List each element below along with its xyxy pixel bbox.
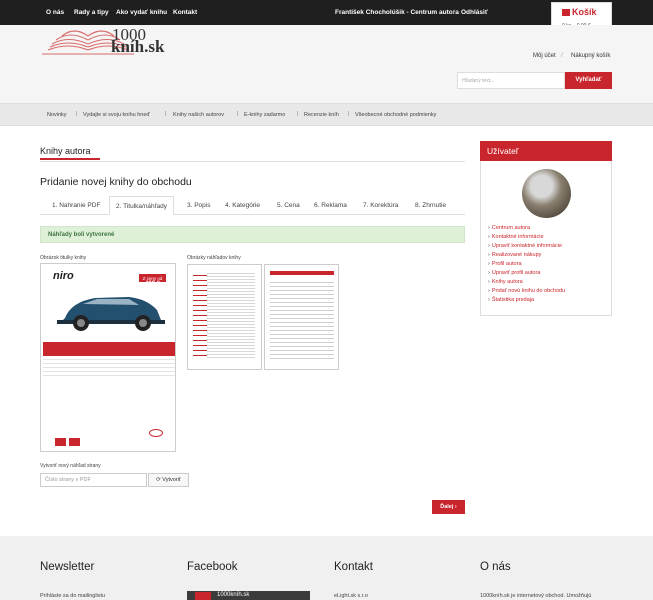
sample-thumbnail-2[interactable] — [264, 264, 339, 370]
site-footer — [0, 536, 653, 600]
nav-authors-books[interactable]: Knihy našich autorov — [173, 112, 224, 118]
nav-separator: | — [76, 111, 78, 117]
cart-icon — [562, 9, 570, 16]
tab-advertising[interactable]: 6. Reklama — [308, 196, 353, 215]
cart-title: Košík — [562, 7, 597, 17]
tab-cover-previews[interactable]: 2. Titulka/náhľady — [109, 196, 175, 215]
header-separator: / — [561, 53, 563, 59]
nav-publish[interactable]: Vydajte si svoju knihu hneď — [83, 112, 150, 118]
user-menu-item[interactable]: › Knihy autora — [488, 279, 523, 285]
nav-separator: | — [348, 111, 350, 117]
next-button-label: Ďalej — [440, 504, 454, 510]
user-menu-item[interactable]: › Upraviť profil autora — [488, 270, 540, 276]
nav-separator: | — [297, 111, 299, 117]
facebook-page-name: 1000kníh.sk — [217, 592, 250, 598]
chevron-right-icon: › — [488, 225, 490, 231]
top-link-about[interactable]: O nás — [46, 9, 64, 16]
user-menu-item[interactable]: › Štatistika predaja — [488, 297, 534, 303]
footer-newsletter-text: Prihláste sa do mailinglistu — [40, 593, 106, 599]
nav-terms[interactable]: Všeobecné obchodné podmienky — [355, 112, 436, 118]
top-separator: / — [453, 9, 455, 16]
user-panel-title: Užívateľ — [480, 141, 612, 161]
section-title: Knihy autora — [40, 146, 91, 156]
chevron-right-icon: › — [488, 270, 490, 276]
avatar — [522, 169, 571, 218]
section-divider — [40, 161, 465, 162]
facebook-widget[interactable]: 1000kníh.sk — [187, 591, 310, 600]
sample-thumbnail-1[interactable] — [187, 264, 262, 370]
cover-badge-icon — [69, 438, 80, 446]
nav-separator: | — [237, 111, 239, 117]
chevron-right-icon: › — [488, 297, 490, 303]
footer-contact-text: eLight.sk s.r.o — [334, 593, 368, 599]
tab-proofreading[interactable]: 7. Korektúra — [357, 196, 404, 215]
tab-upload-pdf[interactable]: 1. Nahranie PDF — [46, 196, 106, 215]
user-menu-item[interactable]: › Realizované nákupy — [488, 252, 541, 258]
footer-contact-title: Kontakt — [334, 561, 373, 573]
search-input[interactable]: Hľadaný text... — [457, 72, 565, 89]
cover-table-header — [43, 342, 175, 356]
nav-free-ebooks[interactable]: E-knihy zadarmo — [244, 112, 285, 118]
tab-description[interactable]: 3. Popis — [181, 196, 217, 215]
success-alert: Náhľady boli vytvorené — [40, 226, 465, 243]
next-button[interactable]: Ďalej › — [432, 500, 465, 514]
user-menu-item[interactable]: › Upraviť kontaktné informácie — [488, 243, 562, 249]
logout-link[interactable]: Odhlásiť — [461, 9, 488, 16]
car-image — [43, 282, 175, 336]
chevron-right-icon: › — [488, 234, 490, 240]
chevron-right-icon: › — [488, 243, 490, 249]
user-menu-item[interactable]: › Profil autora — [488, 261, 522, 267]
kia-logo-icon — [149, 429, 163, 437]
tab-price[interactable]: 5. Cena — [271, 196, 306, 215]
footer-about-text: 1000kníh.sk je internetový obchod. Umožň… — [480, 593, 592, 599]
chevron-right-icon: › — [488, 279, 490, 285]
generate-label: Vytvoriť nový náhľad strany — [40, 463, 101, 469]
nav-reviews[interactable]: Recenzie kníh — [304, 112, 339, 118]
sample-page-accent — [193, 271, 207, 359]
top-user-link[interactable]: František Chocholúšik - Centrum autora — [335, 9, 459, 16]
cover-thumbnail[interactable]: niro Z ceny od 400 € — [40, 263, 176, 452]
footer-newsletter-title: Newsletter — [40, 561, 95, 573]
generate-preview-button[interactable]: ⟳ Vytvoriť — [148, 473, 189, 487]
tab-categories[interactable]: 4. Kategórie — [219, 196, 266, 215]
facebook-logo-icon — [195, 592, 211, 600]
wizard-tabs: 1. Nahranie PDF 2. Titulka/náhľady 3. Po… — [40, 196, 465, 215]
user-menu-item[interactable]: › Kontaktné informácie — [488, 234, 544, 240]
cover-table-rows — [43, 356, 175, 376]
top-link-publish[interactable]: Ako vydať knihu — [116, 9, 167, 16]
cover-brand: niro — [53, 270, 74, 282]
my-account-link[interactable]: Môj účet — [533, 53, 556, 59]
sample-page-header — [270, 271, 334, 275]
user-menu-item[interactable]: › Centrum autora — [488, 225, 530, 231]
chevron-right-icon: › — [488, 252, 490, 258]
cover-badge-icon — [55, 438, 66, 446]
nav-news[interactable]: Novinky — [47, 112, 67, 118]
footer-about-title: O nás — [480, 561, 511, 573]
chevron-right-icon: › — [488, 288, 490, 294]
shopping-cart-link[interactable]: Nákupný košík — [571, 53, 610, 59]
tab-summary[interactable]: 8. Zhrnutie — [409, 196, 452, 215]
generate-button-label: Vytvoriť — [162, 477, 181, 483]
refresh-icon: ⟳ — [156, 477, 161, 483]
chevron-right-icon: › — [454, 504, 457, 510]
logo-text: kníh.sk — [111, 37, 165, 56]
footer-facebook-title: Facebook — [187, 561, 238, 573]
top-link-tips[interactable]: Rady a tipy — [74, 9, 109, 16]
page-heading: Pridanie novej knihy do obchodu — [40, 176, 192, 188]
top-link-contact[interactable]: Kontakt — [173, 9, 197, 16]
chevron-right-icon: › — [488, 261, 490, 267]
search-button[interactable]: Vyhľadať — [565, 72, 612, 89]
page-number-select[interactable]: Číslo strany v PDF — [40, 473, 147, 487]
sample-page-lines — [270, 279, 334, 359]
samples-label: Obrázky náhľadov knihy — [187, 255, 241, 261]
section-title-underline — [40, 158, 100, 160]
cover-label: Obrázok titulky knihy — [40, 255, 87, 261]
nav-separator: | — [165, 111, 167, 117]
main-nav: Novinky | Vydajte si svoju knihu hneď | … — [0, 103, 653, 126]
user-menu-item[interactable]: › Pridať novú knihu do obchodu — [488, 288, 565, 294]
